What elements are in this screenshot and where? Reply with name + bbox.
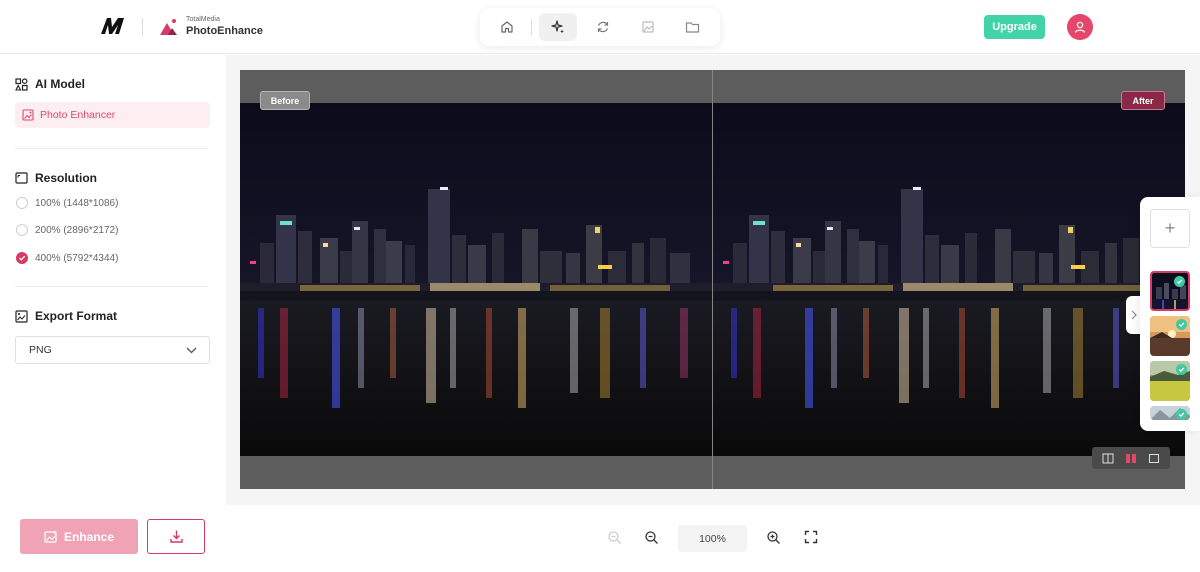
resolution-title: Resolution bbox=[35, 171, 97, 185]
export-format-title: Export Format bbox=[35, 309, 118, 323]
chevron-right-icon bbox=[1131, 310, 1137, 320]
app-header: TotalMedia PhotoEnhance Upgrade bbox=[0, 0, 1200, 54]
before-label: Before bbox=[260, 91, 310, 110]
nav-home[interactable] bbox=[488, 13, 526, 41]
mountain-thumb[interactable] bbox=[1150, 406, 1190, 420]
nav-separator bbox=[531, 19, 532, 35]
enhance-button[interactable]: Enhance bbox=[20, 519, 138, 554]
export-format-icon bbox=[15, 309, 28, 323]
export-format-value: PNG bbox=[29, 344, 52, 356]
export-format-section-title: Export Format bbox=[15, 309, 117, 323]
resolution-section-title: Resolution bbox=[15, 171, 97, 185]
nav-convert[interactable] bbox=[584, 13, 622, 41]
user-icon bbox=[1074, 21, 1086, 33]
done-check-icon bbox=[1176, 409, 1187, 420]
zoom-out-disabled-icon bbox=[607, 530, 621, 544]
fullscreen-button[interactable] bbox=[801, 527, 821, 547]
download-icon bbox=[169, 530, 183, 543]
radio-button[interactable] bbox=[16, 224, 28, 236]
resolution-option-400[interactable]: 400% (5792*4344) bbox=[16, 252, 118, 264]
ai-model-section-title: AI Model bbox=[15, 77, 85, 91]
resolution-option-label: 100% (1448*1086) bbox=[35, 197, 119, 209]
thumbnail-panel: + bbox=[1140, 197, 1200, 431]
resolution-icon bbox=[15, 172, 28, 184]
fullscreen-icon bbox=[804, 530, 818, 544]
settings-sidebar: AI Model Photo Enhancer Resolution 100% … bbox=[0, 55, 226, 505]
zoom-level[interactable]: 100% bbox=[678, 525, 747, 552]
single-view-icon[interactable] bbox=[1148, 453, 1160, 464]
refresh-convert-icon bbox=[597, 21, 609, 33]
resolution-option-label: 200% (2896*2172) bbox=[35, 224, 119, 236]
nav-folder[interactable] bbox=[673, 13, 711, 41]
resolution-option-200[interactable]: 200% (2896*2172) bbox=[16, 224, 118, 236]
resolution-option-100[interactable]: 100% (1448*1086) bbox=[16, 197, 118, 209]
top-navigation bbox=[480, 8, 720, 46]
check-icon bbox=[19, 255, 26, 261]
view-mode-switcher bbox=[1092, 447, 1170, 469]
resolution-option-label: 400% (5792*4344) bbox=[35, 252, 119, 264]
bottom-toolbar: Enhance 100% bbox=[0, 505, 1200, 572]
home-icon bbox=[501, 21, 513, 33]
side-by-side-icon[interactable] bbox=[1125, 453, 1137, 464]
nav-enhance[interactable] bbox=[539, 13, 577, 41]
comparison-split-line[interactable] bbox=[712, 70, 713, 489]
zoom-out-icon bbox=[644, 530, 658, 544]
done-check-icon bbox=[1174, 276, 1185, 287]
brand-company: TotalMedia bbox=[186, 16, 220, 23]
ai-model-title: AI Model bbox=[35, 77, 85, 91]
zoom-fit-button[interactable] bbox=[604, 527, 624, 547]
folder-icon bbox=[685, 22, 699, 33]
photoenhance-logo-icon bbox=[160, 19, 177, 35]
enhance-icon bbox=[44, 530, 57, 543]
zoom-out-button[interactable] bbox=[641, 527, 661, 547]
night-city-thumb[interactable] bbox=[1150, 271, 1190, 311]
brand-app-name: PhotoEnhance bbox=[186, 25, 264, 37]
ai-model-icon bbox=[15, 77, 28, 91]
brand-divider bbox=[142, 18, 143, 36]
split-view-icon[interactable] bbox=[1102, 453, 1114, 464]
export-format-select[interactable]: PNG bbox=[15, 336, 210, 364]
green-field-thumb[interactable] bbox=[1150, 361, 1190, 401]
ai-model-option[interactable]: Photo Enhancer bbox=[15, 102, 210, 128]
photo-enhancer-icon bbox=[22, 109, 34, 121]
download-button[interactable] bbox=[147, 519, 205, 554]
sparkle-enhance-icon bbox=[551, 20, 564, 34]
section-divider bbox=[15, 148, 208, 149]
ai-model-label: Photo Enhancer bbox=[40, 109, 116, 121]
image-crop-icon bbox=[642, 21, 654, 33]
brand-m-logo-icon[interactable] bbox=[100, 16, 126, 36]
nav-image-tools[interactable] bbox=[629, 13, 667, 41]
chevron-down-icon bbox=[186, 347, 197, 353]
upgrade-button[interactable]: Upgrade bbox=[984, 15, 1045, 39]
section-divider bbox=[15, 286, 208, 287]
zoom-in-icon bbox=[766, 530, 780, 544]
user-avatar[interactable] bbox=[1067, 14, 1093, 40]
radio-button[interactable] bbox=[16, 197, 28, 209]
after-label: After bbox=[1121, 91, 1165, 110]
zoom-in-button[interactable] bbox=[763, 527, 783, 547]
done-check-icon bbox=[1176, 319, 1187, 330]
done-check-icon bbox=[1176, 364, 1187, 375]
before-after-viewer[interactable]: Before After bbox=[240, 70, 1185, 489]
radio-button-checked[interactable] bbox=[16, 252, 28, 264]
add-image-button[interactable]: + bbox=[1150, 209, 1190, 248]
enhance-label: Enhance bbox=[63, 529, 114, 544]
sunset-coast-thumb[interactable] bbox=[1150, 316, 1190, 356]
